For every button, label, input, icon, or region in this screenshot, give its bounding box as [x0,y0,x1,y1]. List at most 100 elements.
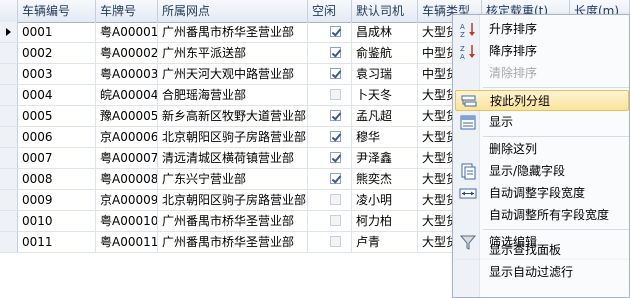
idle-checkbox[interactable] [330,236,341,247]
cell-plate[interactable]: 京A00006 [96,127,158,147]
menu-item-clear-sort[interactable]: 清除排序 [455,63,629,84]
row-indicator[interactable] [0,148,18,168]
menu-item-auto-width[interactable]: 自动调整字段宽度 [455,183,629,204]
cell-driver[interactable]: 卢青 [352,232,418,252]
cell-id[interactable]: 0007 [18,148,96,168]
cell-branch[interactable]: 广州番禺市桥华圣营业部 [158,232,308,252]
cell-driver[interactable]: 昌成林 [352,22,418,42]
row-indicator[interactable] [0,106,18,126]
cell-branch[interactable]: 广州番禺市桥华圣营业部 [158,22,308,42]
row-indicator[interactable] [0,22,18,42]
cell-id[interactable]: 0011 [18,232,96,252]
cell-driver[interactable]: 穆华 [352,127,418,147]
idle-checkbox[interactable] [330,131,341,142]
menu-item-sort-descending[interactable]: Z A 降序排序 [455,41,629,62]
cell-idle[interactable] [308,22,352,42]
cell-idle[interactable] [308,148,352,168]
column-header-driver[interactable]: 默认司机 [352,0,418,22]
idle-checkbox[interactable] [330,215,341,226]
row-indicator[interactable] [0,127,18,147]
cell-driver[interactable]: 柯力柏 [352,211,418,231]
cell-branch[interactable]: 北京朝阳区驹子房路营业部 [158,127,308,147]
cell-plate[interactable]: 粤A00011 [96,232,158,252]
cell-plate[interactable]: 粤A00010 [96,211,158,231]
row-indicator[interactable] [0,64,18,84]
cell-plate[interactable]: 粤A00001 [96,22,158,42]
cell-id[interactable]: 0005 [18,106,96,126]
cell-id[interactable]: 0003 [18,64,96,84]
cell-idle[interactable] [308,106,352,126]
cell-plate[interactable]: 豫A00005 [96,106,158,126]
row-indicator[interactable] [0,85,18,105]
cell-idle[interactable] [308,64,352,84]
cell-id[interactable]: 0002 [18,43,96,63]
idle-checkbox[interactable] [330,194,341,205]
column-chooser-icon [459,163,477,180]
menu-item-delete-column[interactable]: 删除这列 [455,139,629,160]
cell-driver[interactable]: 袁习瑞 [352,64,418,84]
cell-branch[interactable]: 广州天河大观中路营业部 [158,64,308,84]
cell-id[interactable]: 0001 [18,22,96,42]
menu-item-auto-width-all[interactable]: 自动调整所有字段宽度 [455,205,629,226]
cell-plate[interactable]: 皖A00004 [96,85,158,105]
row-indicator[interactable] [0,211,18,231]
menu-item-sort-ascending[interactable]: A Z 升序排序 [455,19,629,40]
cell-branch[interactable]: 广州番禺市桥华圣营业部 [158,211,308,231]
menu-item-show-auto-filter-row[interactable]: 显示自动过滤行 [455,262,629,283]
idle-checkbox[interactable] [330,89,341,100]
cell-idle[interactable] [308,85,352,105]
cell-plate[interactable]: 京A00009 [96,190,158,210]
cell-plate[interactable]: 粤A00008 [96,169,158,189]
idle-checkbox[interactable] [330,152,341,163]
menu-item-group-by-column[interactable]: 按此列分组 [455,90,629,111]
cell-idle[interactable] [308,232,352,252]
cell-driver[interactable]: 俞鉴航 [352,43,418,63]
cell-branch[interactable]: 广州东平派送部 [158,43,308,63]
idle-checkbox[interactable] [330,47,341,58]
menu-item-show-find-panel[interactable]: 显示查找面板 [455,240,629,261]
menu-separator [483,87,629,88]
cell-branch[interactable]: 合肥瑶海营业部 [158,85,308,105]
cell-driver[interactable]: 尹泽鑫 [352,148,418,168]
cell-idle[interactable] [308,127,352,147]
cell-id[interactable]: 0010 [18,211,96,231]
cell-plate[interactable]: 粤A00002 [96,43,158,63]
cell-branch[interactable]: 广东兴宁营业部 [158,169,308,189]
row-indicator[interactable] [0,169,18,189]
column-header-branch[interactable]: 所属网点 [158,0,308,22]
cell-driver[interactable]: 孟凡超 [352,106,418,126]
cell-id[interactable]: 0004 [18,85,96,105]
row-indicator[interactable] [0,43,18,63]
row-indicator[interactable] [0,190,18,210]
idle-checkbox[interactable] [330,110,341,121]
cell-plate[interactable]: 粤A00003 [96,64,158,84]
cell-branch[interactable]: 新乡高新区牧野大道营业部 [158,106,308,126]
cell-idle[interactable] [308,169,352,189]
column-header-id[interactable]: 车辆编号 [18,0,96,22]
svg-text:A: A [460,53,465,60]
cell-idle[interactable] [308,43,352,63]
cell-idle[interactable] [308,211,352,231]
column-header-idle[interactable]: 空闲 [308,0,352,22]
cell-driver[interactable]: 卜天冬 [352,85,418,105]
cell-id[interactable]: 0009 [18,190,96,210]
cell-plate[interactable]: 粤A00007 [96,148,158,168]
row-indicator[interactable] [0,232,18,252]
menu-item-show-hide-fields[interactable]: 显示/隐藏字段 [455,161,629,182]
idle-checkbox[interactable] [330,26,341,37]
cell-idle[interactable] [308,190,352,210]
idle-checkbox[interactable] [330,68,341,79]
svg-text:Z: Z [460,45,465,53]
header-indicator [0,0,18,22]
cell-driver[interactable]: 凌小明 [352,190,418,210]
cell-id[interactable]: 0008 [18,169,96,189]
idle-checkbox[interactable] [330,173,341,184]
menu-item-show[interactable]: 显示 [455,112,629,133]
cell-branch[interactable]: 北京朝阳区驹子房路营业部 [158,190,308,210]
cell-id[interactable]: 0006 [18,127,96,147]
cell-branch[interactable]: 清远清城区横荷镇营业部 [158,148,308,168]
group-by-icon [460,93,478,110]
menu-separator [483,229,629,230]
column-header-plate[interactable]: 车牌号 [96,0,158,22]
cell-driver[interactable]: 熊奕杰 [352,169,418,189]
